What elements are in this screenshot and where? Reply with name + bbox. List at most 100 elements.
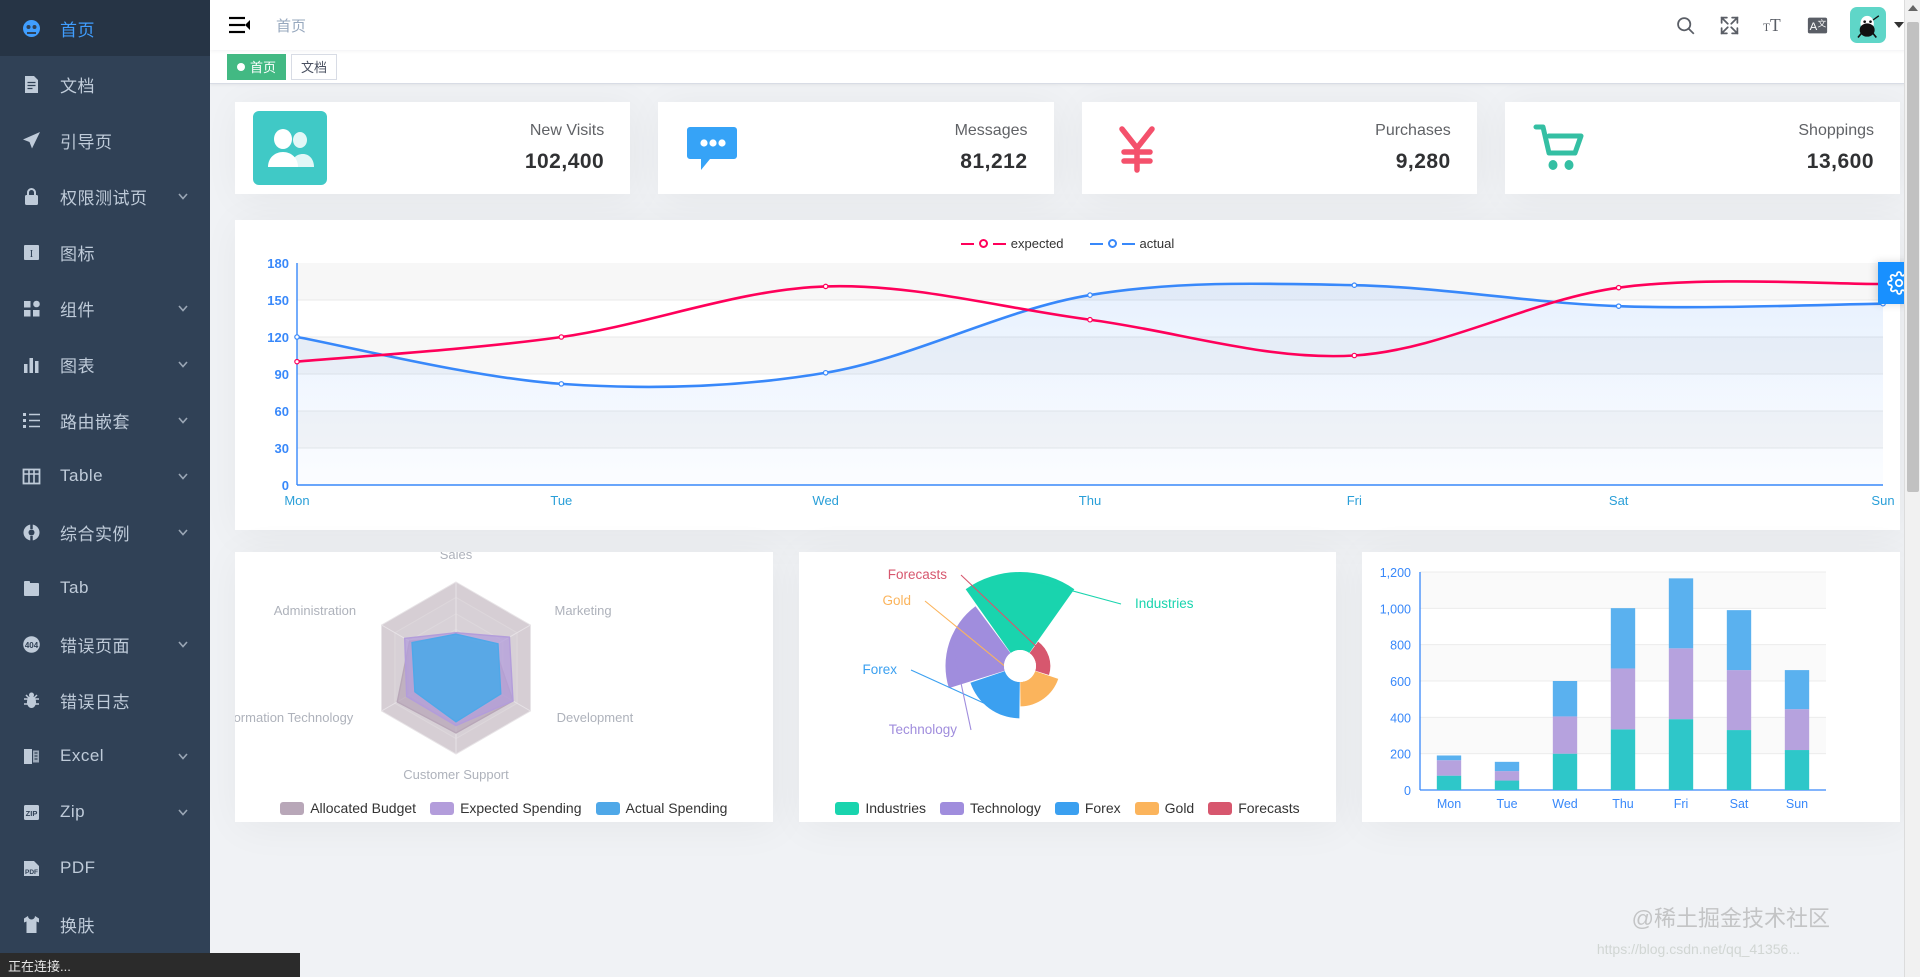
- stat-card-title: Purchases: [1375, 122, 1451, 139]
- breadcrumb[interactable]: 首页: [276, 15, 306, 36]
- svg-text:Marketing: Marketing: [555, 603, 612, 618]
- bug-icon: [20, 689, 42, 711]
- chevron-down-icon: [176, 469, 190, 483]
- sidebar-item-2[interactable]: 引导页: [0, 112, 210, 168]
- legend-item-expected-spending[interactable]: Expected Spending: [430, 800, 582, 816]
- legend-item-expected[interactable]: expected: [960, 236, 1064, 251]
- sidebar-item-8[interactable]: Table: [0, 448, 210, 504]
- translate-icon[interactable]: A 文: [1806, 14, 1828, 36]
- svg-text:T: T: [1763, 21, 1770, 33]
- sidebar-item-3[interactable]: 权限测试页: [0, 168, 210, 224]
- svg-text:文: 文: [1817, 17, 1826, 28]
- stat-card-1[interactable]: Messages 81,212: [658, 102, 1054, 194]
- sidebar-item-label: 组件: [60, 300, 95, 320]
- hamburger-icon[interactable]: [228, 14, 250, 36]
- svg-text:Sun: Sun: [1786, 797, 1808, 811]
- people-icon: [253, 111, 327, 185]
- legend-label: Forecasts: [1238, 800, 1300, 816]
- svg-text:200: 200: [1390, 748, 1411, 762]
- rose-chart-legend: Industries Technology Forex Gold Forecasts: [799, 800, 1337, 816]
- sidebar-item-12[interactable]: 错误日志: [0, 672, 210, 728]
- sidebar-item-0[interactable]: 首页: [0, 0, 210, 56]
- svg-text:30: 30: [275, 441, 289, 456]
- radar-chart[interactable]: Sales Marketing Development Customer Suppor…: [235, 552, 767, 793]
- main-area: 首页 T T A 文 首页 文档 New Visits 102,400 Mess…: [210, 0, 1920, 977]
- sidebar-item-label: 路由嵌套: [60, 412, 130, 432]
- svg-text:0: 0: [1404, 784, 1411, 798]
- tab-label: 文档: [301, 60, 328, 75]
- sidebar-item-5[interactable]: 组件: [0, 280, 210, 336]
- message-icon: [676, 111, 750, 185]
- legend-item-industries[interactable]: Industries: [835, 800, 926, 816]
- page-scrollbar[interactable]: [1904, 0, 1920, 977]
- stat-card-0[interactable]: New Visits 102,400: [235, 102, 631, 194]
- watermark-url: https://blog.csdn.net/qq_41356...: [1596, 941, 1800, 957]
- scrollbar-thumb[interactable]: [1907, 22, 1919, 492]
- legend-item-forex[interactable]: Forex: [1054, 800, 1121, 816]
- legend-label: Gold: [1164, 800, 1195, 816]
- svg-text:Wed: Wed: [1553, 797, 1579, 811]
- stat-card-group: New Visits 102,400 Messages 81,212 Purchases…: [235, 102, 1900, 194]
- legend-item-forecasts[interactable]: Forecasts: [1208, 800, 1300, 816]
- legend-item-gold[interactable]: Gold: [1134, 800, 1195, 816]
- stat-card-title: New Visits: [529, 122, 605, 139]
- sidebar-item-label: PDF: [60, 858, 96, 877]
- money-icon: [1100, 111, 1174, 185]
- stat-card-value: 9,280: [1395, 150, 1451, 173]
- bar-chart[interactable]: 0 200 400 600 800 1,000 1,200 Mon Tue Wed Thu Fri Sa…: [1368, 558, 1894, 819]
- legend-label: Actual Spending: [625, 800, 728, 816]
- stat-card-2[interactable]: Purchases 9,280: [1081, 102, 1477, 194]
- search-icon[interactable]: [1674, 14, 1696, 36]
- component-icon: [20, 297, 42, 319]
- legend-item-actual-spending[interactable]: Actual Spending: [595, 800, 728, 816]
- sidebar-item-6[interactable]: 图表: [0, 336, 210, 392]
- fullscreen-icon[interactable]: [1718, 14, 1740, 36]
- chevron-down-icon: [176, 189, 190, 203]
- stat-card-value: 13,600: [1806, 150, 1874, 173]
- sidebar-item-7[interactable]: 路由嵌套: [0, 392, 210, 448]
- font-size-icon[interactable]: T T: [1762, 14, 1784, 36]
- svg-text:Fri: Fri: [1674, 797, 1689, 811]
- sidebar-item-label: 图表: [60, 356, 95, 376]
- svg-text:Sat: Sat: [1609, 493, 1629, 508]
- content-area: New Visits 102,400 Messages 81,212 Purchases…: [210, 84, 1920, 977]
- svg-text:150: 150: [267, 293, 289, 308]
- sidebar-item-14[interactable]: ZIP Zip: [0, 784, 210, 840]
- sidebar-item-label: Tab: [60, 578, 89, 597]
- line-chart[interactable]: 0 30 60 90 120 150 180 Mon Tue Wed Thu Fri Sat Sun: [251, 253, 1894, 518]
- avatar[interactable]: [1850, 7, 1904, 43]
- legend-item-actual[interactable]: actual: [1089, 236, 1174, 251]
- tab-icon: [20, 577, 42, 599]
- watermark: @稀土掘金技术社区: [1631, 906, 1830, 931]
- legend-item-allocated-budget[interactable]: Allocated Budget: [280, 800, 416, 816]
- tab-0[interactable]: 首页: [227, 53, 287, 80]
- svg-text:Sat: Sat: [1730, 797, 1749, 811]
- sidebar-item-label: 换肤: [60, 916, 95, 936]
- stat-card-title: Shoppings: [1798, 122, 1874, 139]
- stat-card-3[interactable]: Shoppings 13,600: [1504, 102, 1900, 194]
- sidebar-item-9[interactable]: 综合实例: [0, 504, 210, 560]
- tab-1[interactable]: 文档: [291, 53, 338, 80]
- sidebar-item-label: 首页: [60, 20, 95, 40]
- sidebar-item-4[interactable]: I 图标: [0, 224, 210, 280]
- rose-chart-panel: Industries Forecasts Gold Forex Technology I…: [798, 552, 1337, 822]
- sidebar-item-10[interactable]: Tab: [0, 560, 210, 616]
- sidebar-item-16[interactable]: 换肤: [0, 896, 210, 952]
- svg-text:800: 800: [1390, 639, 1411, 653]
- sidebar-item-15[interactable]: PDF PDF: [0, 840, 210, 896]
- svg-text:Forex: Forex: [862, 662, 897, 677]
- active-dot-icon: [237, 62, 245, 71]
- navbar-right: T T A 文: [1674, 7, 1920, 43]
- scroll-up-arrow[interactable]: [1908, 5, 1918, 11]
- dashboard-icon: [20, 17, 42, 39]
- sidebar-item-1[interactable]: 文档: [0, 56, 210, 112]
- sidebar-item-11[interactable]: 404 错误页面: [0, 616, 210, 672]
- stat-card-text: Shoppings 13,600: [1798, 122, 1874, 174]
- example-icon: [20, 521, 42, 543]
- svg-text:Tue: Tue: [1497, 797, 1518, 811]
- rose-chart[interactable]: Industries Forecasts Gold Forex Technology: [805, 558, 1331, 791]
- sidebar-item-13[interactable]: Excel: [0, 728, 210, 784]
- legend-item-technology[interactable]: Technology: [940, 800, 1041, 816]
- chevron-down-icon: [176, 637, 190, 651]
- chevron-down-icon[interactable]: [1894, 22, 1904, 28]
